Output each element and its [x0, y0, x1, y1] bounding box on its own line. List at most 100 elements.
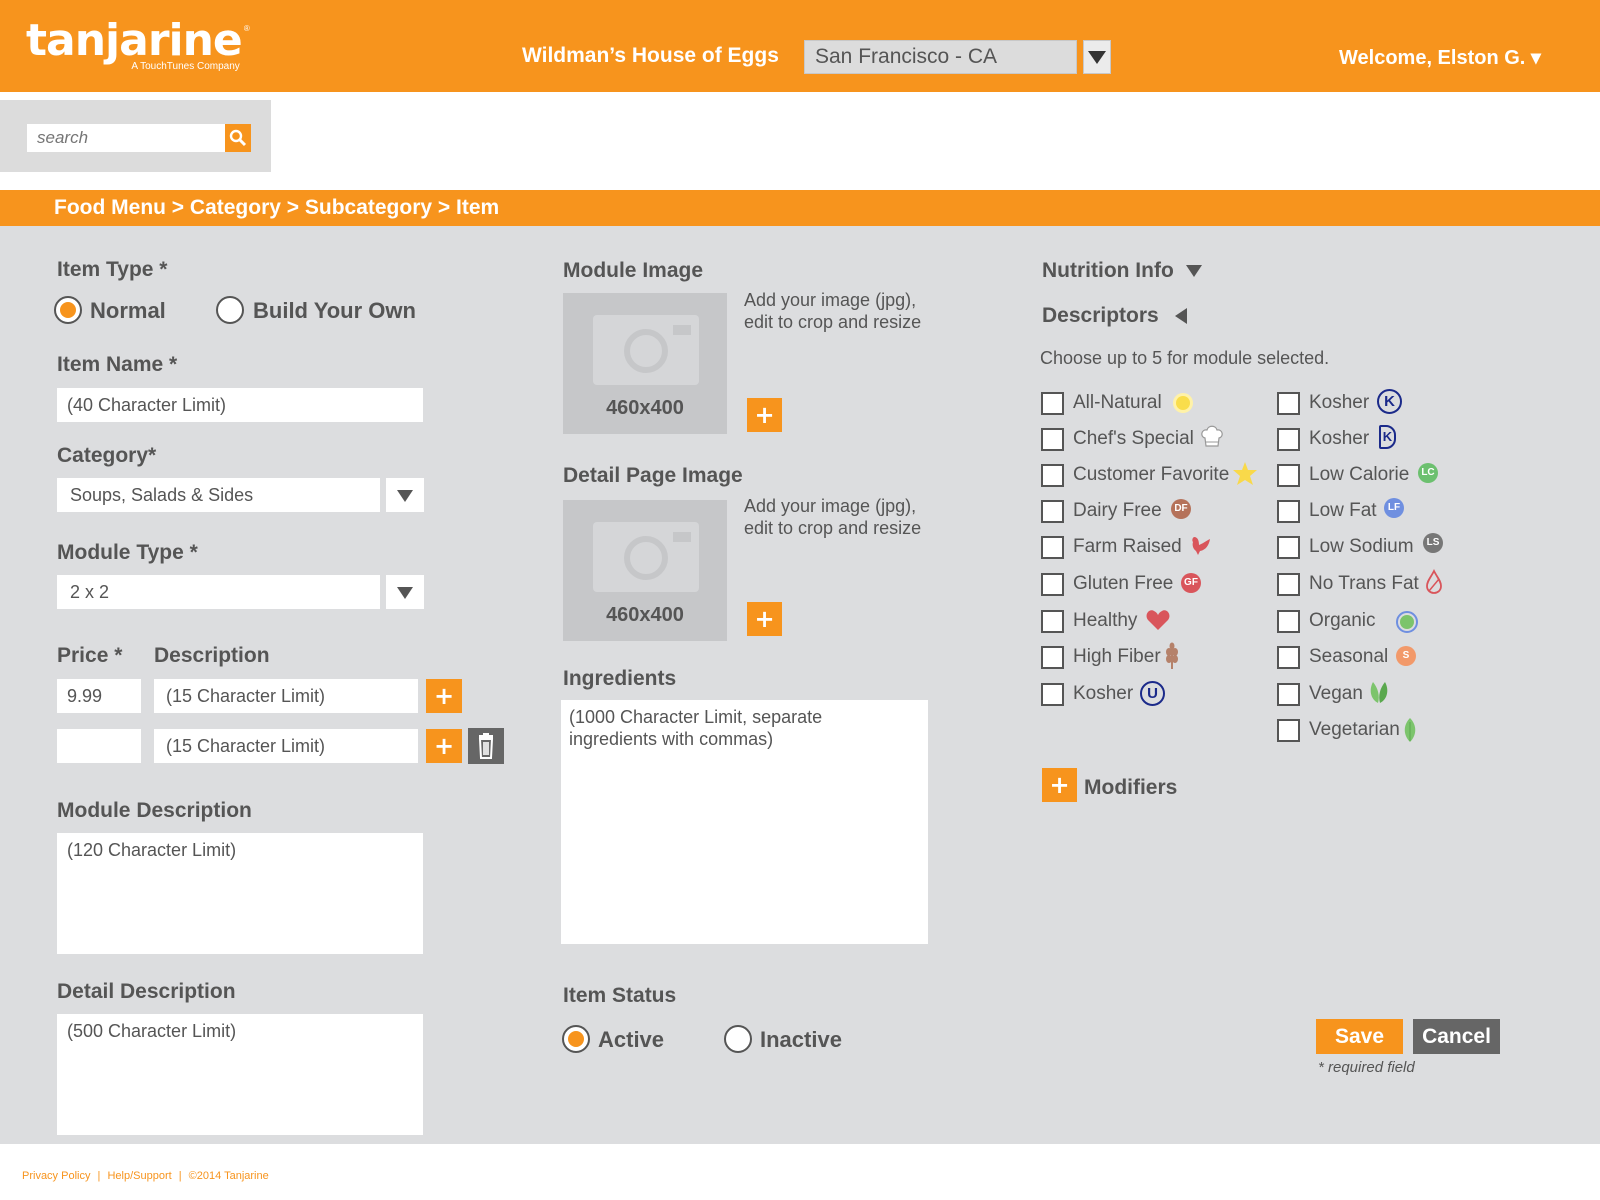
price-description-input[interactable]: (15 Character Limit) [154, 729, 418, 763]
hint-line: edit to crop and resize [744, 312, 922, 332]
search-button[interactable] [225, 124, 251, 152]
category-label: Category* [57, 444, 157, 467]
logo-wordmark: tanjarine [26, 15, 243, 66]
status-active-radio[interactable] [562, 1025, 590, 1053]
item-name-input[interactable]: (40 Character Limit) [57, 388, 423, 422]
descriptor-checkbox[interactable] [1277, 610, 1300, 633]
chevron-down-icon [1088, 51, 1106, 64]
description-label: Description [154, 644, 270, 667]
detail-image-placeholder[interactable]: 460x400 [563, 500, 727, 641]
nutrition-info-toggle[interactable]: Nutrition Info [1042, 259, 1202, 283]
item-type-byo-label: Build Your Own [253, 298, 416, 323]
descriptor-checkbox[interactable] [1277, 464, 1300, 487]
detail-image-label: Detail Page Image [563, 464, 743, 487]
descriptors-toggle[interactable]: Descriptors [1042, 304, 1187, 328]
placeholder-line: (1000 Character Limit, separate [569, 707, 823, 727]
leaves-icon [1370, 682, 1388, 703]
module-type-select[interactable]: 2 x 2 [57, 575, 380, 609]
descriptor-checkbox[interactable] [1041, 610, 1064, 633]
descriptor-checkbox[interactable] [1041, 428, 1064, 451]
descriptor-checkbox[interactable] [1277, 428, 1300, 451]
descriptor-checkbox[interactable] [1277, 719, 1300, 742]
add-detail-image-button[interactable]: + [747, 602, 782, 636]
descriptor-label: Low Sodium [1309, 536, 1414, 557]
low-sodium-icon: LS [1423, 533, 1443, 553]
descriptor-label: High Fiber [1073, 646, 1161, 667]
item-type-normal-radio[interactable] [54, 296, 82, 324]
ingredients-textarea[interactable]: (1000 Character Limit, separate ingredie… [561, 700, 928, 944]
breadcrumb[interactable]: Food Menu > Category > Subcategory > Ite… [54, 196, 499, 220]
descriptor-checkbox[interactable] [1277, 573, 1300, 596]
module-image-hint: Add your image (jpg), edit to crop and r… [744, 289, 921, 333]
descriptor-checkbox[interactable] [1277, 683, 1300, 706]
add-module-image-button[interactable]: + [747, 398, 782, 432]
descriptor-label: Kosher [1073, 683, 1134, 704]
descriptor-checkbox[interactable] [1277, 536, 1300, 559]
add-price-button[interactable]: + [426, 729, 462, 763]
search-input[interactable] [27, 124, 225, 152]
module-image-label: Module Image [563, 259, 704, 282]
module-description-textarea[interactable]: (120 Character Limit) [57, 833, 423, 954]
help-support-link[interactable]: Help/Support [107, 1170, 171, 1182]
location-select[interactable]: San Francisco - CA [804, 40, 1077, 74]
add-modifier-button[interactable]: + [1042, 768, 1077, 802]
descriptor-label: Dairy Free [1073, 500, 1162, 521]
descriptor-checkbox[interactable] [1277, 500, 1300, 523]
chevron-down-icon [397, 587, 413, 599]
item-type-byo-radio[interactable] [216, 296, 244, 324]
placeholder-line: ingredients with commas) [569, 729, 774, 749]
logo[interactable]: tanjarine ® A TouchTunes Company [26, 15, 250, 73]
user-menu[interactable]: Welcome, Elston G. ▾ [1339, 45, 1541, 70]
logo-trademark: ® [243, 24, 250, 33]
item-type-label: Item Type * [57, 258, 168, 281]
hint-line: Add your image (jpg), [744, 290, 917, 310]
descriptor-checkbox[interactable] [1041, 573, 1064, 596]
descriptor-label: Organic [1309, 610, 1376, 631]
descriptor-label: Kosher [1309, 392, 1370, 413]
detail-image-hint: Add your image (jpg), edit to crop and r… [744, 495, 921, 539]
wheat-icon [1166, 642, 1178, 669]
descriptor-checkbox[interactable] [1041, 500, 1064, 523]
module-image-size: 460x400 [606, 397, 684, 419]
descriptor-label: Kosher [1309, 428, 1370, 449]
kosher-u-icon: U [1140, 681, 1165, 706]
category-dropdown-button[interactable] [386, 478, 424, 512]
cancel-button[interactable]: Cancel [1413, 1019, 1500, 1054]
ingredients-label: Ingredients [563, 667, 677, 690]
descriptor-checkbox[interactable] [1041, 646, 1064, 669]
module-image-placeholder[interactable]: 460x400 [563, 293, 727, 434]
descriptor-label: Chef's Special [1073, 428, 1194, 449]
copyright: ©2014 Tanjarine [188, 1170, 269, 1182]
organic-icon [1396, 611, 1418, 633]
descriptor-checkbox[interactable] [1277, 392, 1300, 415]
star-icon [1233, 462, 1257, 485]
category-select[interactable]: Soups, Salads & Sides [57, 478, 380, 512]
save-button[interactable]: Save [1316, 1019, 1403, 1054]
price-description-input[interactable]: (15 Character Limit) [154, 679, 418, 713]
descriptor-checkbox[interactable] [1277, 646, 1300, 669]
price-input[interactable] [57, 729, 141, 763]
descriptor-checkbox[interactable] [1041, 683, 1064, 706]
hint-line: Add your image (jpg), [744, 496, 917, 516]
detail-description-textarea[interactable]: (500 Character Limit) [57, 1014, 423, 1135]
descriptor-checkbox[interactable] [1041, 392, 1064, 415]
item-name-label: Item Name * [57, 353, 178, 376]
descriptor-label: Low Fat [1309, 500, 1377, 521]
descriptor-checkbox[interactable] [1041, 464, 1064, 487]
hint-line: edit to crop and resize [744, 518, 922, 538]
status-inactive-radio[interactable] [724, 1025, 752, 1053]
status-inactive-label: Inactive [760, 1027, 842, 1052]
module-type-label: Module Type * [57, 541, 198, 564]
price-input[interactable]: 9.99 [57, 679, 141, 713]
footer-separator: | [178, 1170, 182, 1182]
delete-price-button[interactable] [468, 728, 504, 764]
location-dropdown-button[interactable] [1083, 40, 1111, 74]
search-icon [229, 129, 247, 147]
privacy-policy-link[interactable]: Privacy Policy [22, 1170, 90, 1182]
rooster-icon [1192, 537, 1210, 555]
module-type-dropdown-button[interactable] [386, 575, 424, 609]
add-price-button[interactable]: + [426, 679, 462, 713]
item-type-normal-label: Normal [90, 298, 166, 323]
descriptor-checkbox[interactable] [1041, 536, 1064, 559]
low-fat-icon: LF [1384, 498, 1404, 518]
